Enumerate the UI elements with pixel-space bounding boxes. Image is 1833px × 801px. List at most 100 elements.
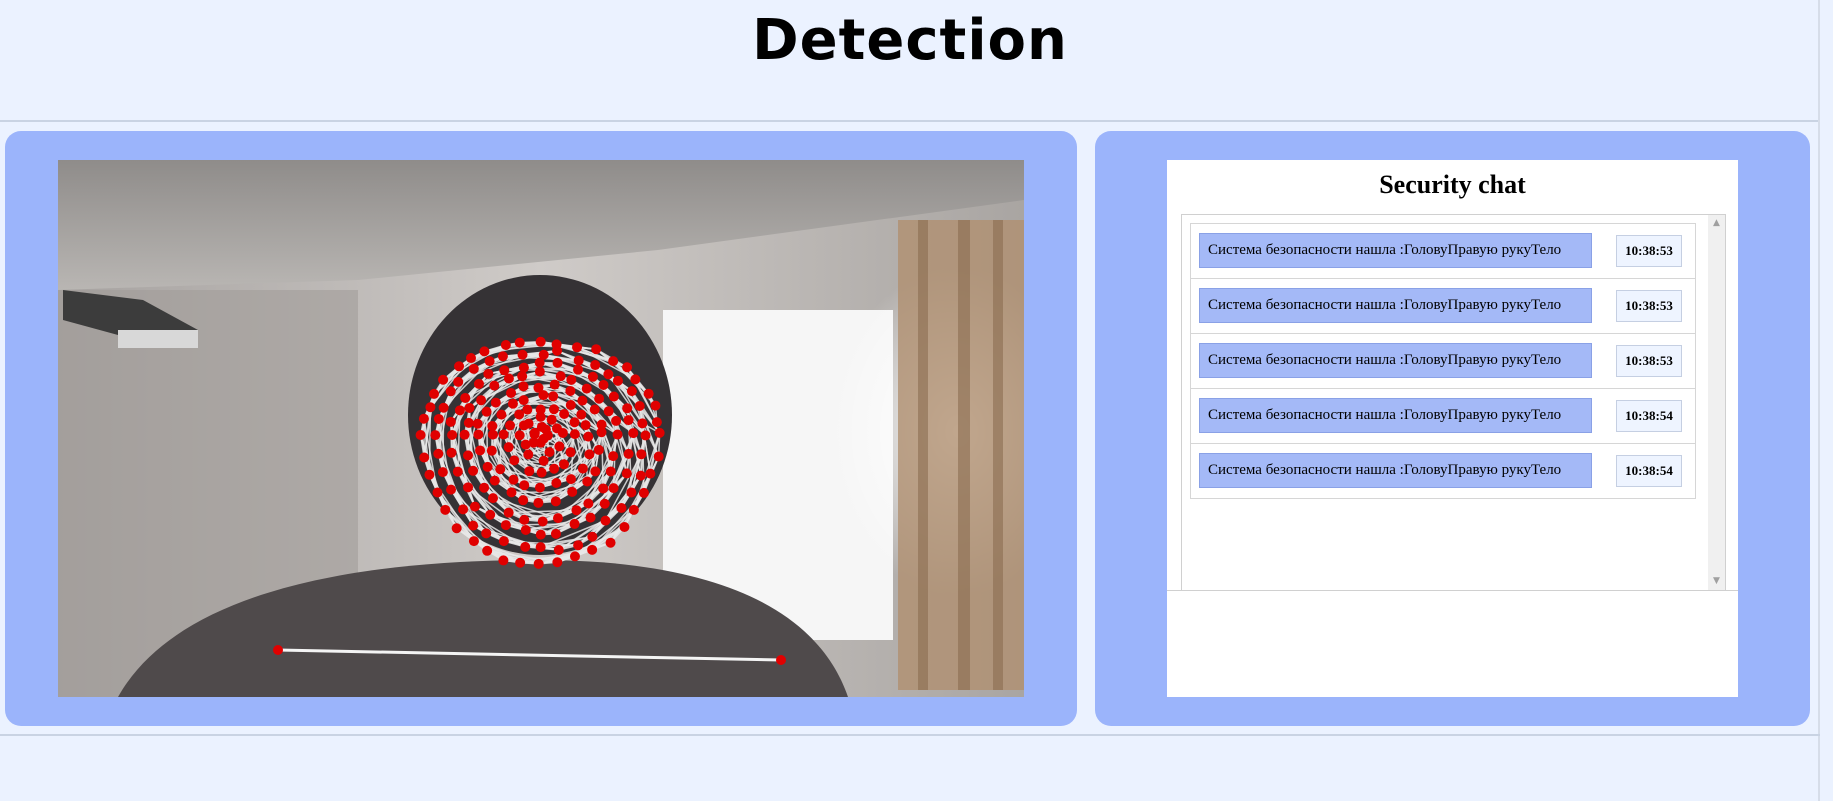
face-landmark-point xyxy=(537,516,548,527)
scroll-down-arrow-icon[interactable]: ▼ xyxy=(1708,573,1725,590)
face-landmark-point xyxy=(460,392,471,403)
face-landmark-point xyxy=(424,469,435,480)
face-landmark-point xyxy=(440,504,451,515)
face-landmark-point xyxy=(505,420,516,431)
face-landmark-point xyxy=(600,515,611,526)
face-landmark-point xyxy=(445,386,456,397)
face-landmark-point xyxy=(489,475,500,486)
face-landmark-point xyxy=(499,365,510,376)
face-landmark-point xyxy=(533,382,544,393)
message-time: 10:38:54 xyxy=(1616,400,1682,432)
face-landmark-point xyxy=(538,455,549,466)
face-landmark-point xyxy=(571,505,582,516)
face-landmark-point xyxy=(549,379,560,390)
face-landmark-point xyxy=(653,451,664,462)
face-landmark-point xyxy=(515,557,526,568)
face-landmark-point xyxy=(544,447,555,458)
face-landmark-point xyxy=(534,482,545,493)
face-landmark-point xyxy=(567,486,578,497)
face-landmark-point xyxy=(623,415,634,426)
face-landmark-point xyxy=(487,429,498,440)
face-landmark-point xyxy=(555,371,566,382)
face-landmark-point xyxy=(517,371,528,382)
face-landmark-point xyxy=(619,522,630,533)
face-landmark-point xyxy=(552,557,563,568)
face-landmark-point xyxy=(566,474,577,485)
message-item: Система безопасности нашла :ГоловуПравую… xyxy=(1191,224,1695,279)
face-landmark-point xyxy=(419,452,430,463)
face-landmark-point xyxy=(596,419,607,430)
face-landmark-point xyxy=(608,483,619,494)
page-header: Detection xyxy=(0,0,1820,122)
face-landmark-point xyxy=(552,513,563,524)
face-landmark-point xyxy=(465,353,476,364)
face-landmark-point xyxy=(523,449,534,460)
face-landmark-point xyxy=(559,408,570,419)
face-landmark-point xyxy=(535,404,546,415)
chat-scroll-area[interactable]: Система безопасности нашла :ГоловуПравую… xyxy=(1181,214,1726,591)
face-landmark-point xyxy=(468,363,479,374)
face-landmark-point xyxy=(626,386,637,397)
face-landmark-point xyxy=(517,349,528,360)
face-landmark-point xyxy=(438,402,449,413)
face-landmark-point xyxy=(454,405,465,416)
face-landmark-point xyxy=(497,351,508,362)
face-landmark-point xyxy=(599,498,610,509)
face-landmark-point xyxy=(523,418,534,429)
face-landmark-point xyxy=(572,342,583,353)
face-landmark-point xyxy=(587,371,598,382)
face-landmark-point xyxy=(473,378,484,389)
face-landmark-point xyxy=(603,406,614,417)
message-item: Система безопасности нашла :ГоловуПравую… xyxy=(1191,334,1695,389)
face-landmark-point xyxy=(536,467,547,478)
face-landmark-point xyxy=(509,455,520,466)
face-landmark-point xyxy=(608,391,619,402)
face-landmark-point xyxy=(622,362,633,373)
face-landmark-point xyxy=(638,487,649,498)
face-landmark-point xyxy=(630,374,641,385)
face-landmark-point xyxy=(446,484,457,495)
face-landmark-point xyxy=(565,447,576,458)
face-landmark-point xyxy=(582,476,593,487)
face-landmark-point xyxy=(551,477,562,488)
face-landmark-point xyxy=(580,420,591,431)
face-landmark-point xyxy=(558,459,569,470)
face-landmark-point xyxy=(503,507,514,518)
message-text: Система безопасности нашла :ГоловуПравую… xyxy=(1199,343,1592,378)
face-landmark-point xyxy=(548,391,559,402)
face-landmark-point xyxy=(518,381,529,392)
face-landmark-point xyxy=(594,393,605,404)
face-landmark-point xyxy=(590,360,601,371)
face-landmark-point xyxy=(591,344,602,355)
face-landmark-point xyxy=(577,395,588,406)
face-landmark-point xyxy=(476,395,487,406)
face-landmark-point xyxy=(654,427,665,438)
scroll-up-arrow-icon[interactable]: ▲ xyxy=(1708,215,1725,232)
face-landmark-point xyxy=(430,430,441,441)
face-landmark-point xyxy=(522,404,533,415)
face-landmark-point xyxy=(593,444,604,455)
face-landmark-point xyxy=(553,545,564,556)
face-landmark-point xyxy=(566,374,577,385)
face-landmark-point xyxy=(520,525,531,536)
face-landmark-point xyxy=(488,493,499,504)
face-landmark-point xyxy=(626,487,637,498)
face-landmark-point xyxy=(498,429,509,440)
message-time: 10:38:54 xyxy=(1616,455,1682,487)
chat-divider xyxy=(1167,590,1738,591)
face-landmark-point xyxy=(573,355,584,366)
face-landmark-point xyxy=(498,536,509,547)
chat-scrollbar[interactable]: ▲ ▼ xyxy=(1708,215,1725,590)
face-landmark-point xyxy=(612,429,623,440)
face-landmark-point xyxy=(550,496,561,507)
face-landmark-point xyxy=(576,409,587,420)
face-landmark-point xyxy=(495,464,506,475)
face-landmark-point xyxy=(479,482,490,493)
face-landmark-point xyxy=(464,402,475,413)
face-landmark-point xyxy=(418,413,429,424)
face-landmark-point xyxy=(584,449,595,460)
face-landmark-point xyxy=(524,466,535,477)
face-landmark-point xyxy=(481,406,492,417)
face-landmark-point xyxy=(447,429,458,440)
face-landmark-point xyxy=(612,375,623,386)
